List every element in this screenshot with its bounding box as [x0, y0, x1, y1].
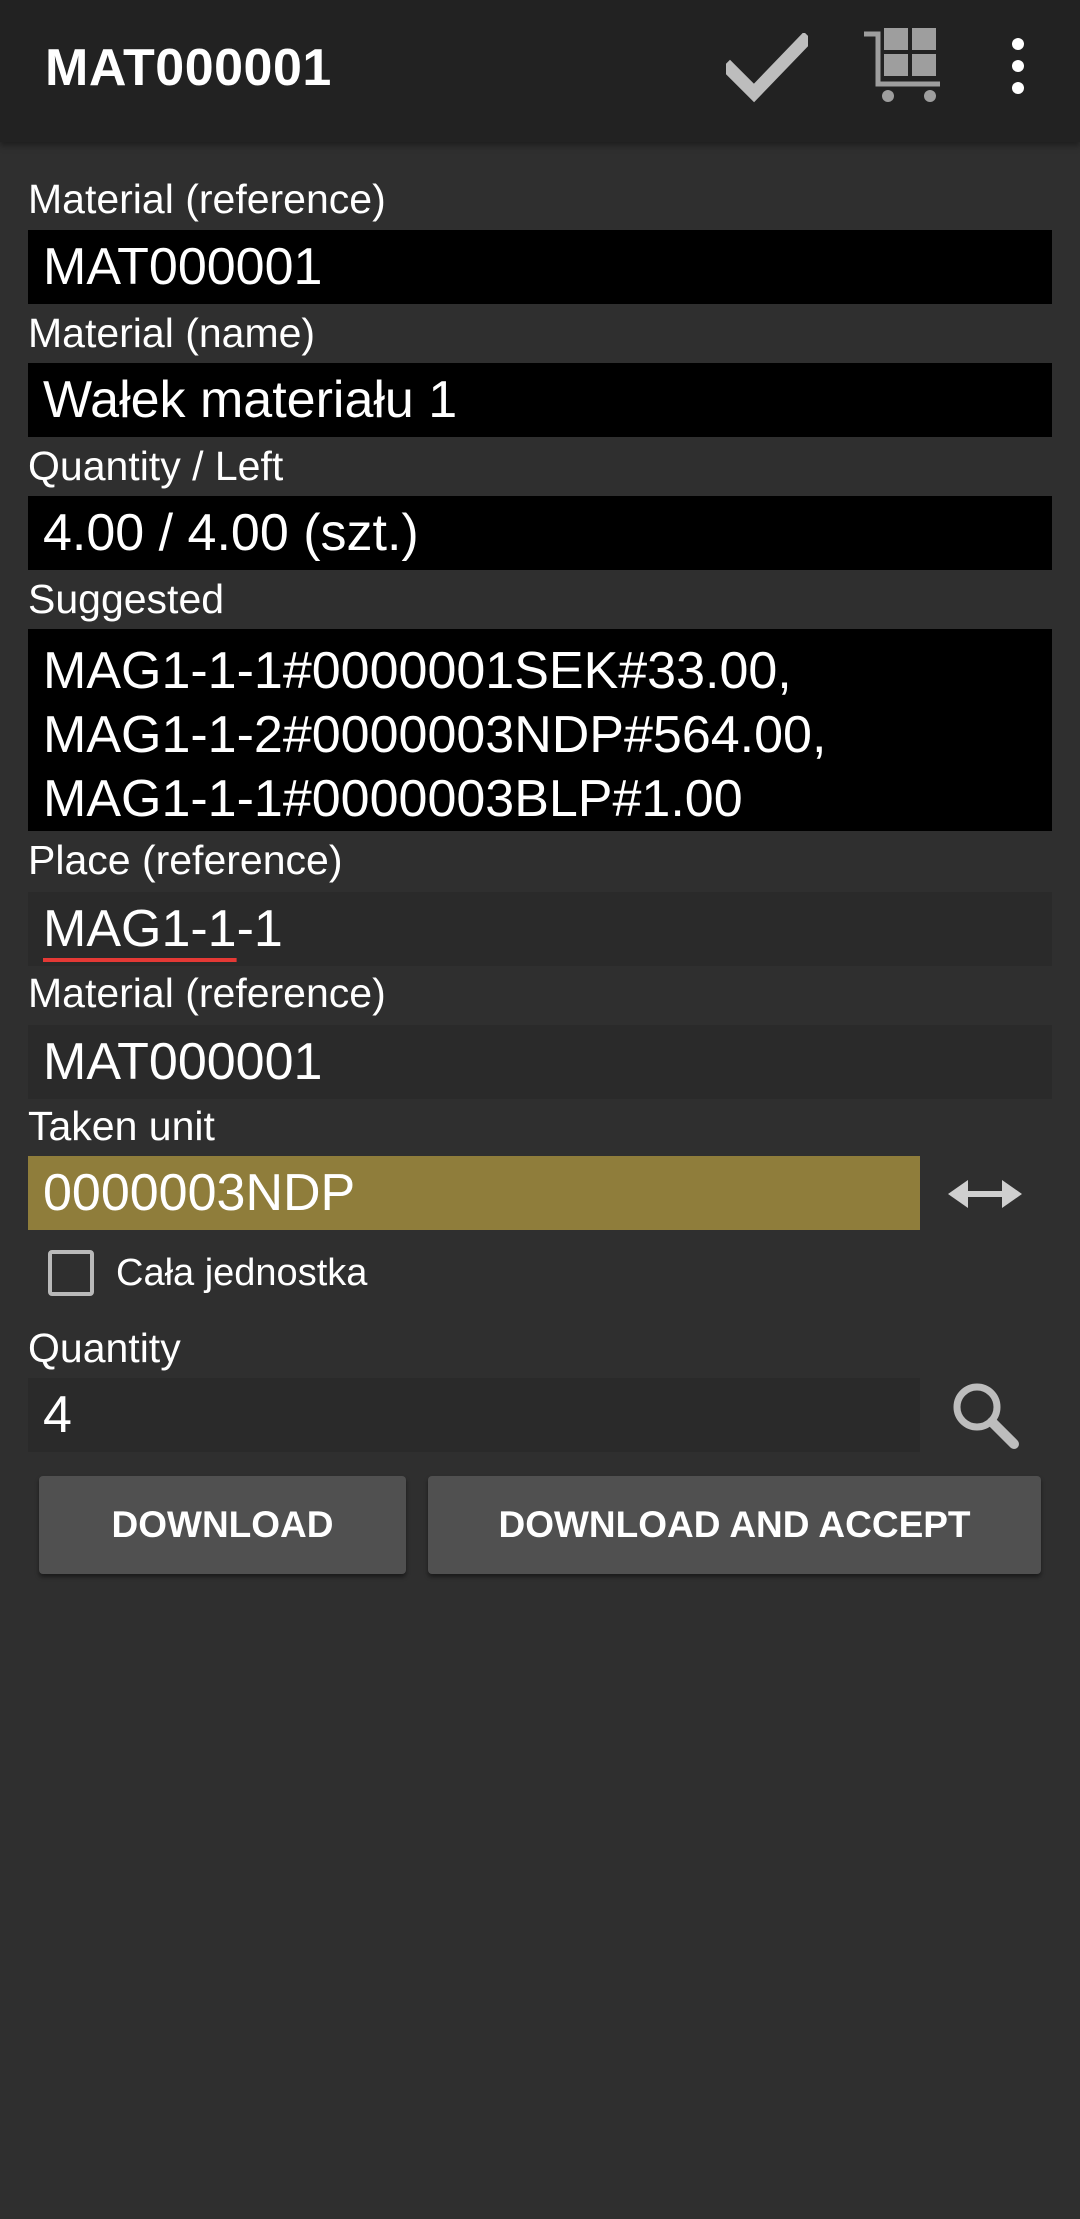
place-ref-label: Place (reference) — [28, 837, 343, 883]
whole-unit-label: Cała jednostka — [116, 1252, 368, 1294]
suggested-line: MAG1-1-1#0000003BLP#1.00 — [43, 770, 743, 828]
cart-icon[interactable] — [862, 24, 944, 106]
check-icon[interactable] — [726, 33, 808, 103]
material-name-value: Wałek materiału 1 — [28, 363, 1052, 437]
material-ref-value: MAT000001 — [28, 230, 1052, 304]
quantity-left-value: 4.00 / 4.00 (szt.) — [28, 496, 1052, 570]
swap-horizontal-icon[interactable] — [948, 1176, 1022, 1212]
page-title: MAT000001 — [45, 39, 332, 97]
material-ref2-input[interactable]: MAT000001 — [28, 1025, 1052, 1099]
suggested-value: MAG1-1-1#0000001SEK#33.00, MAG1-1-2#0000… — [28, 629, 1052, 831]
whole-unit-checkbox[interactable] — [48, 1250, 94, 1296]
quantity-label: Quantity — [28, 1325, 181, 1371]
download-button[interactable]: DOWNLOAD — [39, 1476, 406, 1574]
quantity-input[interactable]: 4 — [28, 1378, 920, 1452]
taken-unit-input[interactable]: 0000003NDP — [28, 1156, 920, 1230]
material-name-label: Material (name) — [28, 310, 316, 356]
taken-unit-label: Taken unit — [28, 1103, 215, 1149]
suggested-line: MAG1-1-2#0000003NDP#564.00, — [43, 706, 827, 764]
material-ref2-label: Material (reference) — [28, 970, 386, 1016]
place-ref-value-misspelled: MAG1-1 — [43, 900, 237, 958]
material-ref-label: Material (reference) — [28, 176, 386, 222]
download-accept-button[interactable]: DOWNLOAD AND ACCEPT — [428, 1476, 1041, 1574]
place-ref-value-rest: -1 — [236, 900, 283, 958]
suggested-label: Suggested — [28, 576, 225, 622]
place-ref-input[interactable]: MAG1-1-1 — [28, 892, 1052, 966]
more-vert-icon[interactable] — [1006, 36, 1030, 96]
app-bar: MAT000001 — [0, 0, 1080, 142]
suggested-line: MAG1-1-1#0000001SEK#33.00, — [43, 642, 792, 700]
quantity-left-label: Quantity / Left — [28, 443, 284, 489]
search-icon[interactable] — [950, 1380, 1020, 1450]
